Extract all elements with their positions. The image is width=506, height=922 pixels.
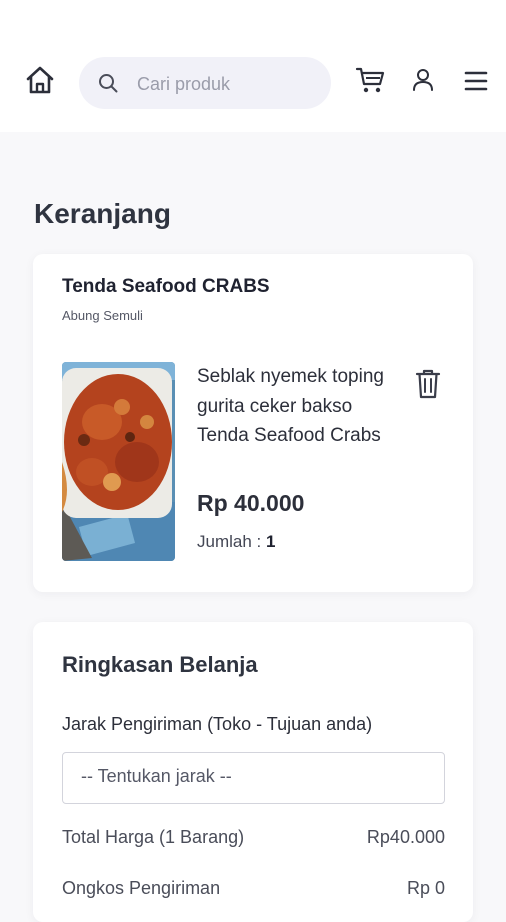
quantity-value: 1 [265, 532, 276, 551]
summary-card: Ringkasan Belanja Jarak Pengiriman (Toko… [33, 622, 473, 922]
page-title: Keranjang [34, 198, 171, 229]
summary-title: Ringkasan Belanja [62, 652, 258, 677]
product-name[interactable]: Seblak nyemek toping gurita ceker bakso … [197, 362, 397, 451]
total-price-label: Total Harga (1 Barang) [62, 827, 245, 847]
distance-select[interactable]: -- Tentukan jarak -- [62, 752, 445, 804]
menu-icon[interactable] [464, 70, 488, 92]
user-icon[interactable] [412, 68, 434, 92]
store-location: Abung Semuli [62, 308, 143, 323]
total-price-row: Total Harga (1 Barang) Rp40.000 [62, 827, 445, 848]
shipping-cost-label: Ongkos Pengiriman [62, 878, 221, 898]
product-price: Rp 40.000 [197, 490, 305, 516]
search-bar[interactable] [79, 57, 331, 109]
search-input[interactable] [135, 69, 319, 99]
cart-icon[interactable] [355, 66, 385, 94]
header-bar [0, 0, 506, 132]
trash-icon[interactable] [415, 368, 441, 400]
total-price-value: Rp40.000 [366, 827, 445, 847]
product-image[interactable] [62, 362, 175, 561]
home-icon[interactable] [24, 64, 56, 96]
search-icon [99, 74, 118, 93]
quantity-text: Jumlah : 1 [197, 532, 275, 552]
quantity-label: Jumlah : [197, 532, 266, 551]
store-name[interactable]: Tenda Seafood CRABS [62, 276, 270, 298]
distance-label: Jarak Pengiriman (Toko - Tujuan anda) [62, 714, 373, 734]
shipping-cost-row: Ongkos Pengiriman Rp 0 [62, 878, 445, 899]
shipping-cost-value: Rp 0 [406, 878, 445, 898]
store-cart-card: Tenda Seafood CRABS Abung Semuli Seblak … [33, 254, 473, 592]
